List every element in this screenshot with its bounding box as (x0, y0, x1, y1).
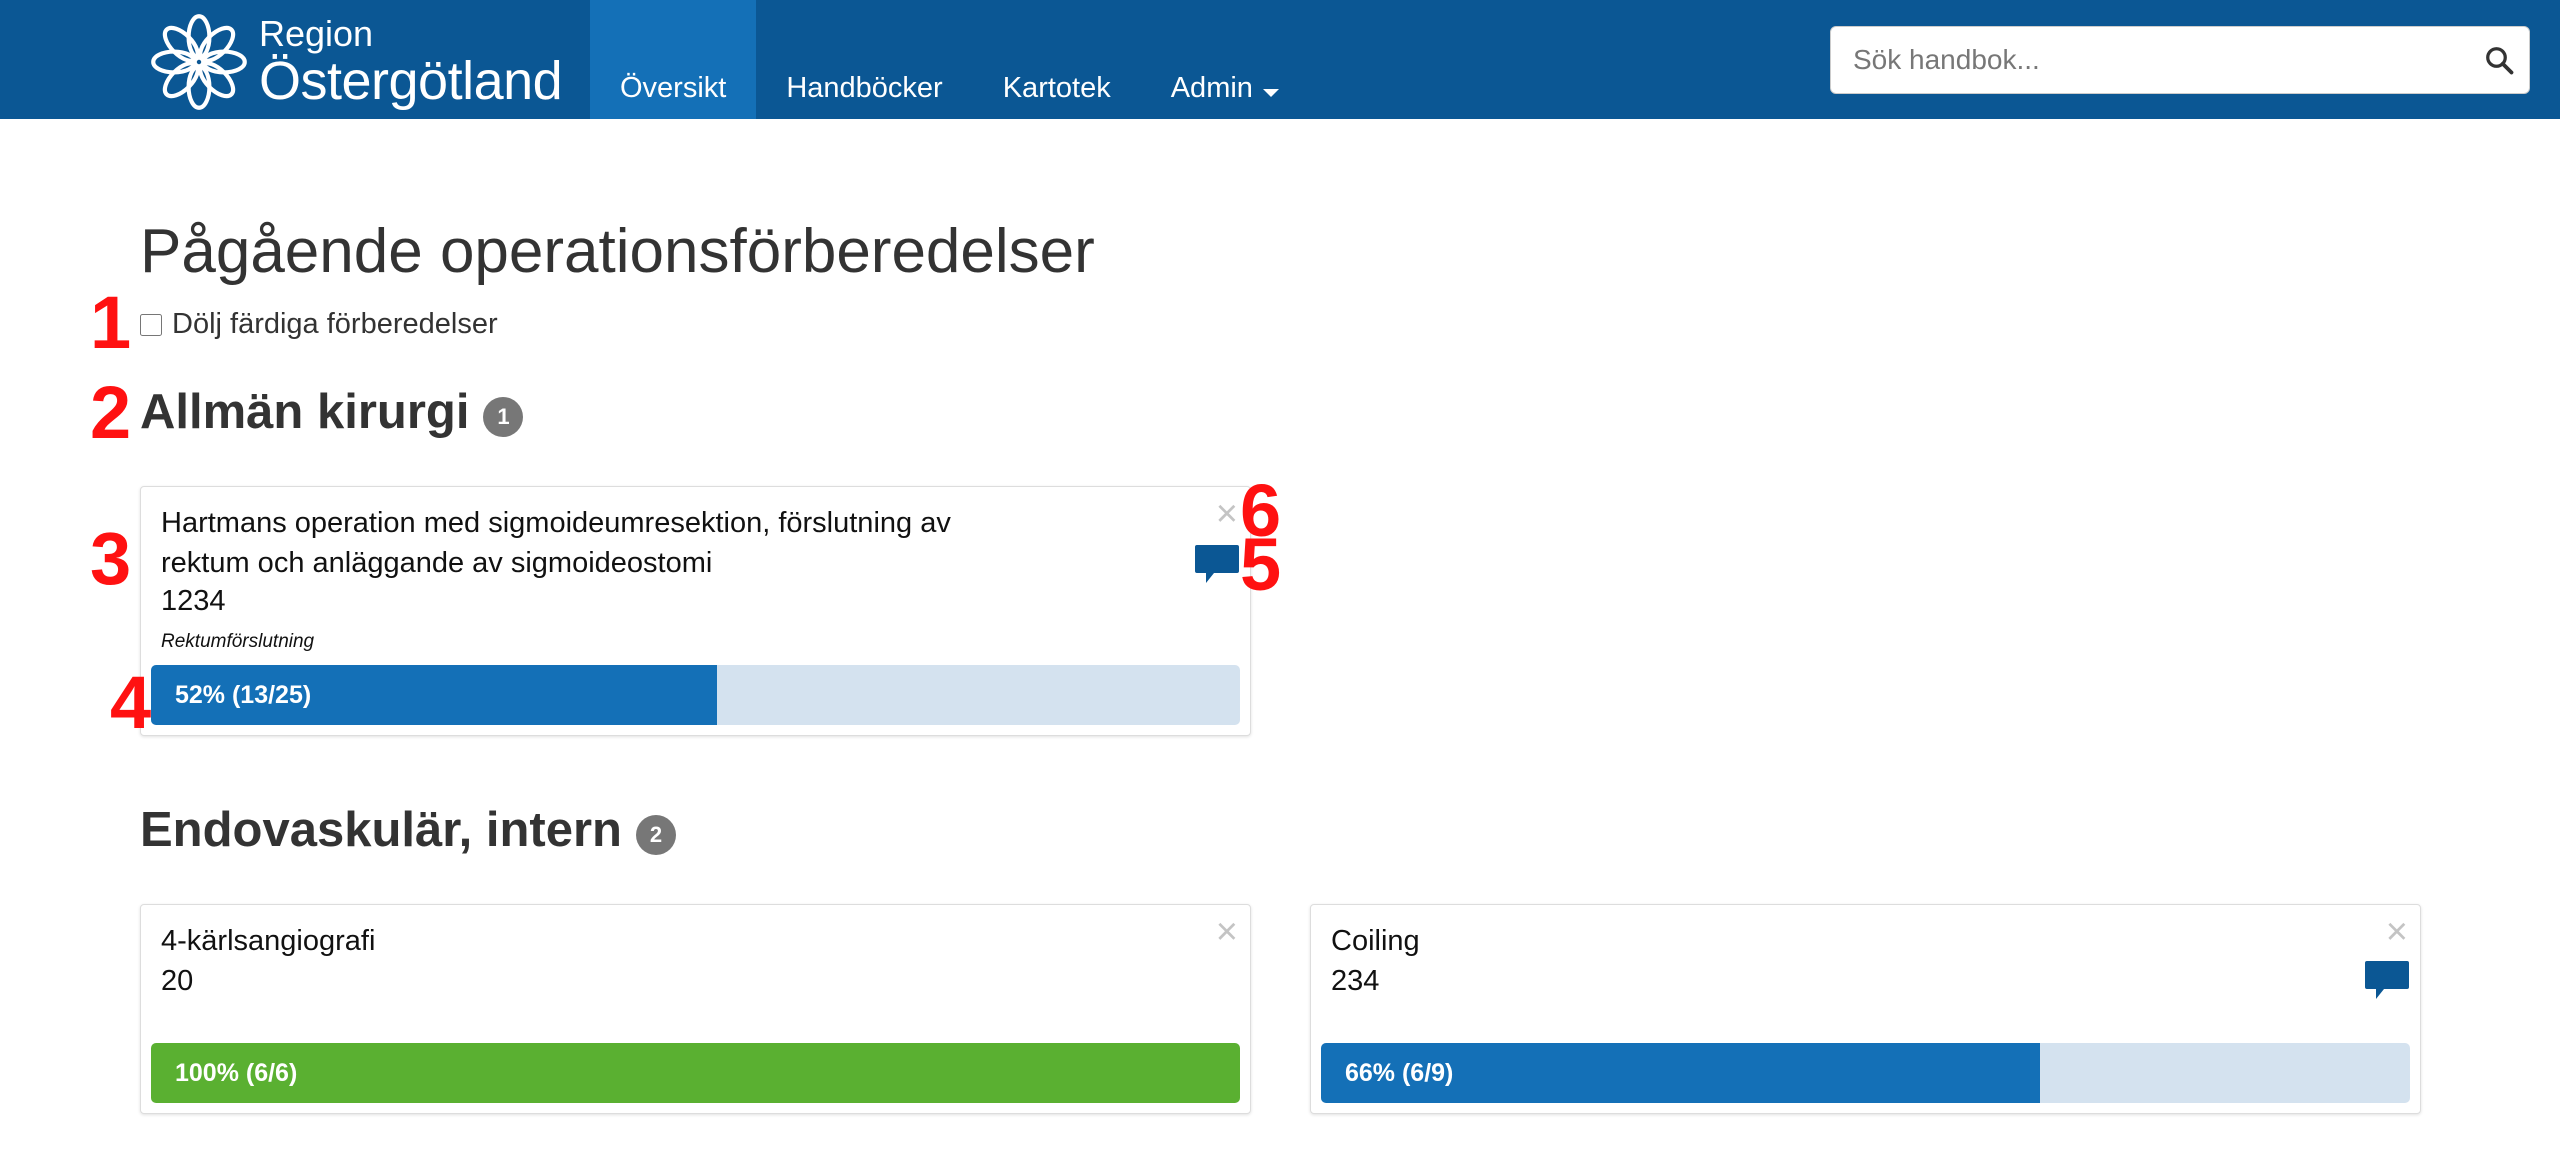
progress-fill: 100% (6/6) (151, 1043, 1240, 1103)
nav-item-admin-dropdown[interactable]: Admin (1141, 0, 1309, 119)
nav-item-kartotek[interactable]: Kartotek (973, 0, 1141, 119)
prep-card[interactable]: Coiling 234 × 66% (6/9) (1310, 904, 2421, 1114)
main-nav: Översikt Handböcker Kartotek Admin (590, 0, 1309, 119)
card-code: 20 (161, 965, 194, 997)
search-box (1830, 26, 2530, 94)
annotation-number: 3 (90, 517, 132, 600)
flower-logo-icon (151, 14, 247, 110)
card-title: 4-kärlsangiografi (161, 925, 376, 957)
close-icon[interactable]: × (2386, 913, 2408, 951)
count-badge: 1 (483, 397, 524, 437)
hide-completed-label: Dölj färdiga förberedelser (172, 308, 498, 340)
card-title: Hartmans operation med sigmoideumresekti… (161, 507, 951, 579)
nav-item-label: Admin (1170, 72, 1253, 104)
nav-item-handbocker[interactable]: Handböcker (756, 0, 972, 119)
section-title-text: Endovaskulär, intern (140, 803, 622, 857)
comment-icon[interactable] (2364, 959, 2410, 1001)
section-title-text: Allmän kirurgi (140, 385, 470, 439)
brand-name: Region Östergötland (259, 13, 563, 111)
top-navbar: Region Östergötland Översikt Handböcker … (0, 0, 2560, 119)
caret-down-icon (1262, 89, 1279, 97)
progress-bar: 100% (6/6) (151, 1043, 1240, 1103)
card-code: 1234 (161, 585, 226, 617)
brand-line2: Östergötland (259, 51, 563, 111)
prep-card[interactable]: Hartmans operation med sigmoideumresekti… (140, 486, 1251, 736)
progress-label: 66% (6/9) (1345, 1058, 1454, 1087)
hide-completed-toggle[interactable]: Dölj färdiga förberedelser (140, 308, 498, 341)
progress-label: 52% (13/25) (175, 680, 312, 709)
search-button[interactable] (2469, 27, 2529, 93)
progress-fill: 66% (6/9) (1321, 1043, 2040, 1103)
card-title: Coiling (1331, 925, 1420, 957)
nav-item-label: Handböcker (786, 72, 943, 104)
page-title: Pågående operationsförberedelser (140, 217, 1095, 286)
progress-label: 100% (6/6) (175, 1058, 298, 1087)
card-code: 234 (1331, 965, 1380, 997)
brand-line1: Region (259, 13, 374, 54)
close-icon[interactable]: × (1216, 913, 1238, 951)
nav-item-label: Kartotek (1002, 72, 1111, 104)
nav-item-oversikt[interactable]: Översikt (590, 0, 757, 119)
annotation-number: 6 (1240, 469, 1282, 552)
hide-completed-checkbox[interactable] (140, 313, 162, 336)
progress-bar: 66% (6/9) (1321, 1043, 2410, 1103)
search-icon (2486, 47, 2514, 75)
progress-fill: 52% (13/25) (151, 665, 718, 725)
brand-logo[interactable]: Region Östergötland (147, 10, 563, 114)
comment-icon[interactable] (1194, 543, 1240, 585)
search-input[interactable] (1831, 27, 2469, 93)
count-badge: 2 (636, 815, 676, 855)
annotation-number: 1 (90, 281, 132, 364)
section-title-endovaskular-intern: Endovaskulär, intern 2 (140, 802, 676, 858)
nav-item-label: Översikt (620, 72, 727, 104)
annotation-number: 4 (110, 661, 152, 744)
prep-card[interactable]: 4-kärlsangiografi 20 × 100% (6/6) (140, 904, 1251, 1114)
section-title-allman-kirurgi: Allmän kirurgi 1 (140, 384, 524, 440)
card-subtitle: Rektumförslutning (161, 631, 315, 652)
close-icon[interactable]: × (1216, 495, 1238, 533)
annotation-number: 2 (90, 371, 132, 454)
progress-bar: 52% (13/25) (151, 665, 1240, 725)
